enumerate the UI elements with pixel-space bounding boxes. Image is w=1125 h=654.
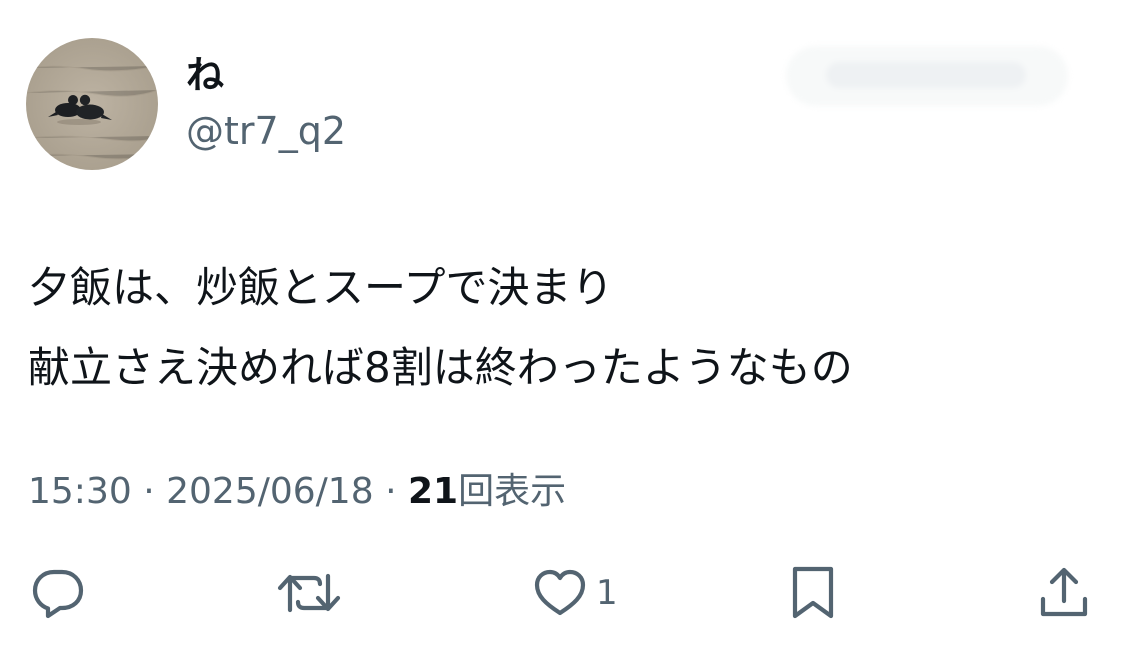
blurred-follow-button[interactable] bbox=[786, 46, 1068, 106]
retweet-button[interactable] bbox=[276, 566, 342, 620]
bookmark-icon bbox=[792, 566, 834, 619]
display-name[interactable]: ね bbox=[186, 52, 224, 98]
meta-separator: · bbox=[385, 471, 397, 512]
bookmark-button[interactable] bbox=[788, 566, 838, 620]
tweet-line: 夕飯は、炒飯とスープで決まり bbox=[28, 263, 614, 312]
share-button[interactable] bbox=[1036, 566, 1092, 620]
like-button[interactable]: 1 bbox=[532, 566, 618, 620]
reply-icon bbox=[32, 569, 84, 619]
like-count: 1 bbox=[596, 573, 618, 613]
retweet-icon bbox=[277, 573, 341, 613]
tweet-date[interactable]: 2025/06/18 bbox=[166, 471, 374, 512]
reply-button[interactable] bbox=[30, 566, 86, 620]
tweet-line: 献立さえ決めれば8割は終わったようなもの bbox=[28, 343, 853, 392]
views-label: 回表示 bbox=[458, 471, 567, 512]
share-icon bbox=[1040, 567, 1088, 617]
tweet-meta: 15:30 · 2025/06/18 · 21回表示 bbox=[28, 470, 566, 514]
views-count: 21 bbox=[407, 471, 459, 512]
pigeons-photo-avatar bbox=[26, 38, 158, 170]
tweet-time[interactable]: 15:30 bbox=[28, 471, 132, 512]
avatar[interactable] bbox=[26, 38, 158, 170]
tweet-text: 夕飯は、炒飯とスープで決まり 献立さえ決めれば8割は終わったようなもの bbox=[28, 248, 1098, 408]
like-icon bbox=[534, 569, 586, 616]
meta-separator: · bbox=[143, 471, 155, 512]
user-handle[interactable]: @tr7_q2 bbox=[186, 108, 346, 154]
